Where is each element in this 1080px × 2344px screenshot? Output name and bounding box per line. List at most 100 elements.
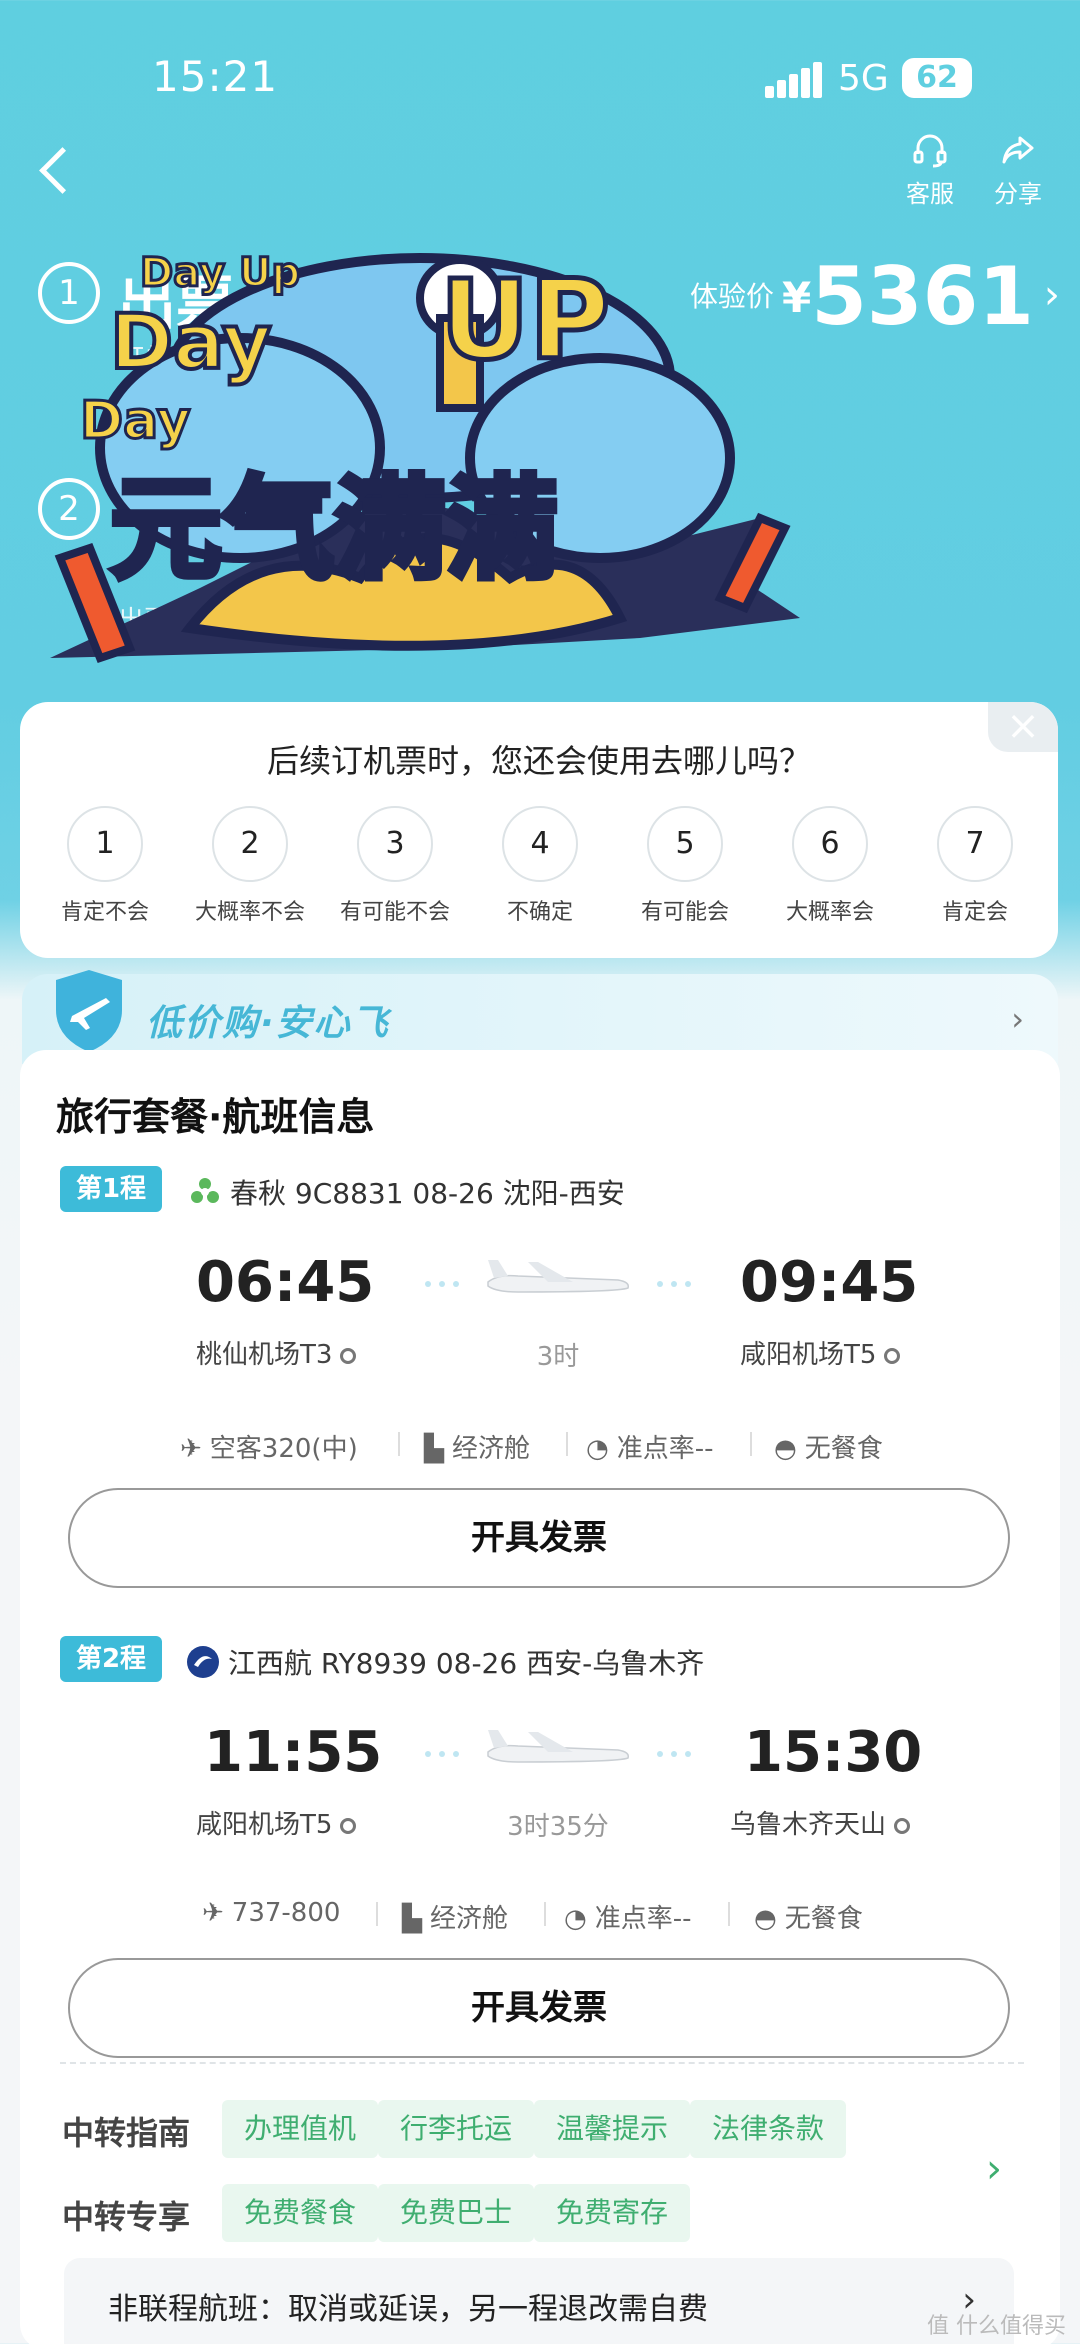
meal-cover-icon: ◓ (754, 1904, 777, 1934)
location-pin-icon (340, 1348, 357, 1364)
spring-airlines-icon (191, 1178, 219, 1203)
survey-option-7[interactable]: 7 肯定会 (910, 806, 1040, 926)
transfer-guide-label: 中转指南 (62, 2114, 191, 2152)
airplane-icon (425, 1730, 691, 1763)
survey-option-3[interactable]: 3 有可能不会 (330, 806, 460, 926)
location-pin-icon (884, 1348, 901, 1364)
seat-icon: ▙ (424, 1434, 444, 1464)
signal-icon (765, 60, 822, 98)
chevron-right-icon[interactable]: › (986, 2146, 1002, 2192)
departure-time: 11:55 (204, 1720, 383, 1785)
meal-cover-icon: ◓ (774, 1434, 797, 1464)
airline-info: 江西航 RY8939 08-26 西安-乌鲁木齐 (186, 1642, 704, 1682)
share-icon (978, 130, 1058, 174)
option-label: 大概率会 (785, 900, 874, 925)
flight-leg-2: 第2程 江西航 RY8939 08-26 西安-乌鲁木齐 11:55 咸阳机场T… (20, 1636, 1060, 2106)
non-through-notice[interactable]: 非联程航班：取消或延误，另一程退改需自费 › (64, 2258, 1014, 2344)
arrival-time: 15:30 (744, 1720, 923, 1785)
airline-text: 春秋 9C8831 08-26 沈阳-西安 (230, 1177, 625, 1210)
location-pin-icon (340, 1818, 357, 1834)
airport-name: 咸阳机场T5 (196, 1810, 333, 1840)
issue-invoice-button[interactable]: 开具发票 (68, 1488, 1010, 1588)
airline-info: 春秋 9C8831 08-26 沈阳-西安 (188, 1172, 625, 1212)
chip-free-meal[interactable]: 免费餐食 (222, 2184, 379, 2242)
chip-checkin[interactable]: 办理值机 (222, 2100, 379, 2158)
clock-icon: ◔ (586, 1434, 609, 1464)
leg-tag: 第2程 (60, 1636, 162, 1682)
aircraft-type: ✈ 737-800 (202, 1898, 340, 1928)
survey-option-5[interactable]: 5 有可能会 (620, 806, 750, 926)
ontime-rate: ◔ 准点率-- (586, 1428, 713, 1465)
flight-duration: 3时35分 (507, 1812, 609, 1842)
cabin-text: 经济舱 (430, 1904, 509, 1934)
aircraft-type: ✈ 空客320(中) (180, 1428, 358, 1465)
seat-icon: ▙ (402, 1904, 422, 1934)
cabin-class: ▙ 经济舱 (424, 1428, 530, 1465)
ontime-text: 准点率-- (616, 1434, 714, 1464)
section-title: 旅行套餐·航班信息 (56, 1095, 375, 1139)
watermark: 值 什么值得买 (927, 2314, 1066, 2339)
customer-service-button[interactable]: 客服 (890, 130, 970, 210)
aircraft-text: 空客320(中) (209, 1434, 358, 1464)
dashed-divider (60, 2062, 1024, 2064)
meal-info: ◓ 无餐食 (754, 1898, 863, 1935)
option-number: 6 (792, 806, 868, 882)
leg-tag: 第1程 (60, 1166, 162, 1212)
share-label: 分享 (994, 180, 1042, 208)
option-label: 肯定会 (941, 900, 1008, 925)
survey-option-6[interactable]: 6 大概率会 (765, 806, 895, 926)
divider (398, 1432, 400, 1456)
headset-icon (890, 130, 970, 174)
arrival-airport: 咸阳机场T5 (740, 1334, 901, 1371)
back-button[interactable] (32, 140, 82, 200)
airplane-icon (425, 1260, 691, 1293)
sticker-text-2: Day (110, 297, 272, 386)
day-up-sticker: Day Up Day UP Day 元气满满 (50, 249, 800, 663)
chip-legal[interactable]: 法律条款 (690, 2100, 847, 2158)
chip-tips[interactable]: 温馨提示 (534, 2100, 691, 2158)
ontime-rate: ◔ 准点率-- (564, 1898, 691, 1935)
jiangxi-air-icon (187, 1646, 219, 1678)
survey-option-1[interactable]: 1 肯定不会 (40, 806, 170, 926)
network-type: 5G (838, 58, 889, 99)
share-button[interactable]: 分享 (978, 130, 1058, 210)
divider (566, 1432, 568, 1456)
divider (728, 1902, 730, 1926)
ontime-text: 准点率-- (594, 1904, 692, 1934)
transfer-perks-label: 中转专享 (62, 2198, 191, 2236)
divider (544, 1902, 546, 1926)
divider (750, 1432, 752, 1456)
airline-text: 江西航 RY8939 08-26 西安-乌鲁木齐 (228, 1647, 705, 1680)
aircraft-text: 737-800 (231, 1898, 341, 1928)
option-number: 3 (357, 806, 433, 882)
chevron-right-icon: › (1043, 272, 1060, 318)
departure-time: 06:45 (196, 1250, 375, 1315)
survey-option-2[interactable]: 2 大概率不会 (185, 806, 315, 926)
meal-text: 无餐食 (784, 1904, 863, 1934)
arrival-airport: 乌鲁木齐天山 (730, 1804, 911, 1841)
issue-invoice-button[interactable]: 开具发票 (68, 1958, 1010, 2058)
option-label: 不确定 (506, 900, 573, 925)
airport-name: 咸阳机场T5 (740, 1340, 877, 1370)
option-label: 有可能会 (640, 900, 729, 925)
sticker-text-1: Day Up (140, 250, 300, 296)
option-number: 4 (502, 806, 578, 882)
survey-option-4[interactable]: 4 不确定 (475, 806, 605, 926)
chip-baggage[interactable]: 行李托运 (378, 2100, 535, 2158)
sticker-slogan: 元气满满 (110, 465, 558, 595)
meal-text: 无餐食 (804, 1434, 883, 1464)
chip-free-bus[interactable]: 免费巴士 (378, 2184, 535, 2242)
chip-free-storage[interactable]: 免费寄存 (534, 2184, 691, 2242)
chevron-right-icon: › (1011, 1000, 1024, 1038)
cabin-class: ▙ 经济舱 (402, 1898, 508, 1935)
departure-airport: 咸阳机场T5 (196, 1804, 357, 1841)
sticker-text-4: Day (80, 391, 191, 451)
option-label: 大概率不会 (194, 900, 305, 925)
survey-question: 后续订机票时，您还会使用去哪儿吗？ (266, 742, 811, 780)
status-time: 15:21 (152, 52, 279, 101)
airport-name: 乌鲁木齐天山 (730, 1810, 887, 1840)
flight-leg-1: 第1程 春秋 9C8831 08-26 沈阳-西安 06:45 桃仙机场T3 3… (20, 1166, 1060, 1636)
arrival-time: 09:45 (740, 1250, 919, 1315)
customer-service-label: 客服 (906, 180, 954, 208)
plane-icon: ✈ (180, 1434, 202, 1464)
